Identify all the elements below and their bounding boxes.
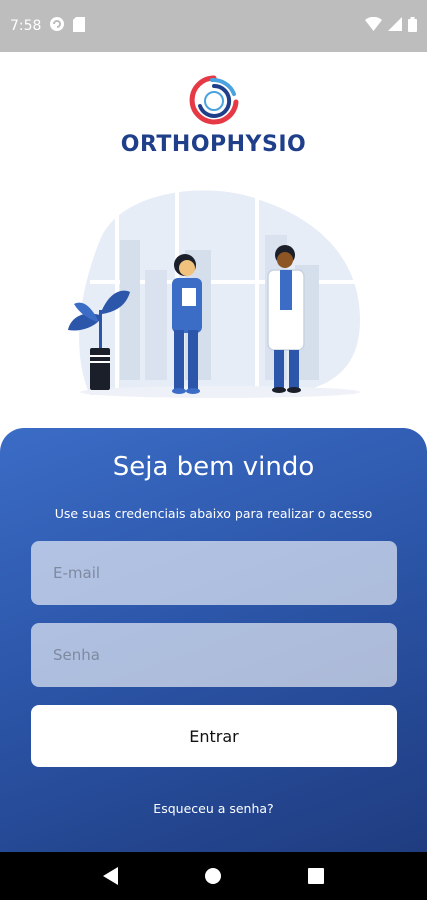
battery-icon (408, 16, 417, 36)
welcome-subtitle: Use suas credenciais abaixo para realiza… (54, 506, 373, 521)
orthophysio-logo-icon (189, 75, 238, 125)
login-button[interactable]: Entrar (31, 705, 397, 767)
status-time: 7:58 (10, 18, 42, 34)
home-icon[interactable] (193, 856, 233, 896)
cloud-sync-icon (49, 16, 65, 36)
wifi-icon (365, 16, 382, 35)
forgot-password-link[interactable]: Esqueceu a senha? (0, 801, 427, 816)
sd-card-icon (73, 16, 86, 36)
logo-text: ORTHOPHYSIO (120, 132, 307, 157)
signal-icon (388, 17, 402, 35)
password-field[interactable] (31, 623, 397, 687)
login-card: Seja bem vindo Use suas credenciais abai… (0, 428, 427, 853)
email-field[interactable] (31, 541, 397, 605)
back-icon[interactable] (91, 856, 131, 896)
app-logo: ORTHOPHYSIO (0, 72, 427, 157)
status-bar: 7:58 (0, 0, 427, 52)
recents-icon[interactable] (296, 856, 336, 896)
doctors-illustration (60, 180, 370, 410)
welcome-title: Seja bem vindo (112, 452, 315, 482)
navigation-bar (0, 852, 427, 900)
